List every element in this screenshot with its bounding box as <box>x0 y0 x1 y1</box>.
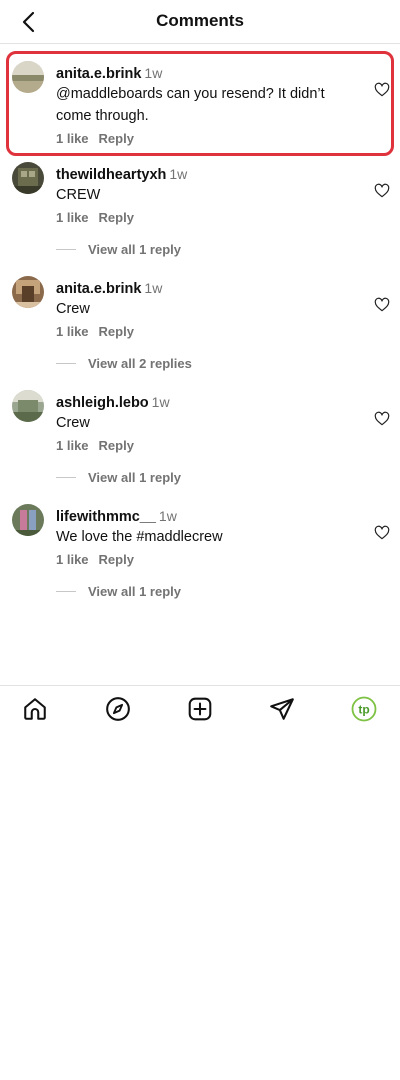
explore-icon <box>106 697 130 721</box>
avatar[interactable] <box>12 390 44 422</box>
view-replies-button[interactable]: View all 1 reply <box>56 469 181 485</box>
avatar[interactable] <box>12 61 44 93</box>
tab-profile[interactable]: tp <box>351 696 377 722</box>
comment-text: We love the #maddlecrew <box>56 529 223 545</box>
view-replies-label: View all 1 reply <box>88 241 181 257</box>
avatar[interactable] <box>12 504 44 536</box>
like-count[interactable]: 1 like <box>56 131 89 146</box>
comment-body: anita.e.brink 1w @maddleboards can you re… <box>56 64 366 146</box>
header-bar: Comments <box>0 0 400 44</box>
view-replies-label: View all 1 reply <box>88 583 181 599</box>
tab-home[interactable] <box>22 696 48 722</box>
heart-icon[interactable] <box>374 82 390 98</box>
comment-username[interactable]: ashleigh.lebo <box>56 395 149 411</box>
comment-username[interactable]: lifewithmmc__ <box>56 509 156 525</box>
create-icon <box>188 697 212 721</box>
heart-icon[interactable] <box>374 525 390 541</box>
avatar[interactable] <box>12 162 44 194</box>
comment-time: 1w <box>158 508 177 524</box>
comment-time: 1w <box>169 166 188 182</box>
comment-time: 1w <box>151 394 170 410</box>
comment-text: CREW <box>56 187 101 203</box>
comment-text: Crew <box>56 415 90 431</box>
profile-initials: tp <box>358 703 369 717</box>
reply-button[interactable]: Reply <box>99 324 134 339</box>
heart-icon[interactable] <box>374 297 390 313</box>
tab-explore[interactable] <box>105 696 131 722</box>
page-title: Comments <box>156 11 244 30</box>
comment-time: 1w <box>144 280 163 296</box>
comment-username[interactable]: anita.e.brink <box>56 66 141 82</box>
reply-divider <box>56 590 76 592</box>
comment-body: lifewithmmc__ 1w We love the #maddlecrew … <box>56 507 366 567</box>
comment-time: 1w <box>144 65 163 81</box>
comment-username[interactable]: thewildheartyxh <box>56 167 166 183</box>
reply-divider <box>56 362 76 364</box>
comment-body: ashleigh.lebo 1w Crew 1 like Reply <box>56 393 366 453</box>
view-replies-button[interactable]: View all 1 reply <box>56 241 181 257</box>
bottom-tab-bar: tp <box>0 685 400 731</box>
like-count[interactable]: 1 like <box>56 210 89 225</box>
comment-text: Crew <box>56 301 90 317</box>
reply-button[interactable]: Reply <box>99 438 134 453</box>
view-replies-button[interactable]: View all 2 replies <box>56 355 192 371</box>
tab-create[interactable] <box>187 696 213 722</box>
like-count[interactable]: 1 like <box>56 324 89 339</box>
comment-body: thewildheartyxh 1w CREW 1 like Reply <box>56 165 366 225</box>
comment-username[interactable]: anita.e.brink <box>56 281 141 297</box>
view-replies-label: View all 2 replies <box>88 355 192 371</box>
profile-avatar-icon: tp <box>351 696 377 722</box>
tab-messages[interactable] <box>269 696 295 722</box>
reply-button[interactable]: Reply <box>99 552 134 567</box>
reply-button[interactable]: Reply <box>99 210 134 225</box>
heart-icon[interactable] <box>374 411 390 427</box>
like-count[interactable]: 1 like <box>56 552 89 567</box>
heart-icon[interactable] <box>374 183 390 199</box>
like-count[interactable]: 1 like <box>56 438 89 453</box>
view-replies-button[interactable]: View all 1 reply <box>56 583 181 599</box>
comment-body: anita.e.brink 1w Crew 1 like Reply <box>56 279 366 339</box>
comment-text-continued: come through. <box>56 108 149 124</box>
view-replies-label: View all 1 reply <box>88 469 181 485</box>
home-icon <box>24 698 46 720</box>
send-icon <box>270 698 294 720</box>
reply-divider <box>56 248 76 250</box>
avatar[interactable] <box>12 276 44 308</box>
comment-text: @maddleboards can you resend? It didn’t <box>56 86 325 102</box>
reply-button[interactable]: Reply <box>99 131 134 146</box>
reply-divider <box>56 476 76 478</box>
